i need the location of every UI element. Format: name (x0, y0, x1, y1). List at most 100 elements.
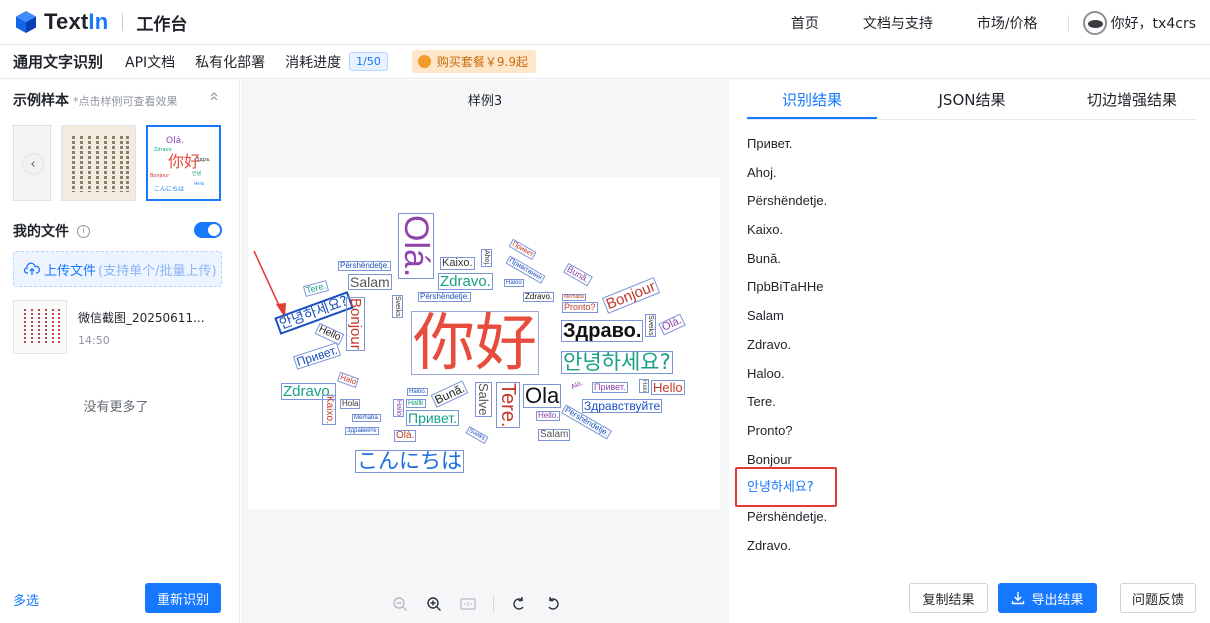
svg-text:Olá.: Olá. (166, 136, 184, 146)
product-title: 通用文字识别 (13, 53, 104, 71)
word-tere-vertical: Tere. (496, 382, 520, 429)
word-zdravstvuyte: Здравствуйте (582, 399, 663, 413)
user-greeting: 你好，tx4crs (1110, 15, 1196, 32)
word-hello-2: Hello (651, 380, 685, 395)
word-nihao: 你好 (411, 306, 540, 379)
file-thumbnail (13, 300, 67, 354)
tab-json-result[interactable]: JSON结果 (907, 80, 1037, 119)
logo-divider (122, 13, 124, 31)
result-line[interactable]: Salam (747, 307, 827, 336)
word-hola: Hola (340, 399, 361, 409)
user-menu[interactable]: 你好，tx4crs (1082, 10, 1196, 35)
sample-thumb-2[interactable] (61, 125, 136, 201)
private-deploy-link[interactable]: 私有化部署 (195, 52, 265, 72)
file-item[interactable]: 微信截图_20250611... 14:50 (13, 300, 228, 354)
samples-header: 示例样本 *点击样例可查看效果 (13, 90, 178, 110)
word-haloo-2: Haloo. (407, 388, 429, 396)
result-line[interactable]: Привет. (747, 135, 827, 164)
promo-button[interactable]: 购买套餐￥9.9起 (411, 50, 536, 73)
word-salve: Salve (475, 382, 492, 417)
result-line[interactable]: ПрbВiТaHHe (747, 278, 827, 307)
fit-screen-icon[interactable] (459, 595, 477, 613)
textin-logo[interactable]: TextIn (14, 9, 108, 35)
word-halo-2: Halló (393, 399, 404, 417)
word-kaixo-1: Kaixo. (440, 257, 475, 270)
usage-badge: 1/50 (349, 52, 388, 71)
word-halo-3: Halo (639, 379, 649, 394)
nav-divider (1067, 14, 1069, 31)
copy-result-button[interactable]: 复制结果 (909, 583, 988, 613)
upload-button[interactable]: 上传文件 (支持单个/批量上传) (13, 251, 222, 287)
result-line[interactable]: Pronto? (747, 422, 827, 451)
results-panel: 识别结果 JSON结果 切边增强结果 Привет. Ahoj. Përshën… (730, 80, 1210, 623)
result-line[interactable]: Zdravo. (747, 336, 827, 365)
rotate-right-icon[interactable] (544, 595, 562, 613)
nav-market[interactable]: 市场/价格 (977, 13, 1038, 33)
word-hello-3: Hello. (536, 411, 561, 421)
word-pronto: Pronto? (562, 302, 598, 313)
svg-text:こんにちは: こんにちは (154, 186, 184, 193)
word-hallk: Hallk (406, 399, 426, 408)
word-haloo: Haloo (504, 279, 524, 287)
preview-panel: 样例3 Olá. 你好 Здраво. 안녕하세요? こんにちは 안녕하세요? … (241, 80, 729, 623)
my-files-header: 我的文件 i (13, 221, 90, 241)
red-highlight-box (735, 467, 837, 507)
rotate-left-icon[interactable] (510, 595, 528, 613)
result-line[interactable]: Përshëndetje. (747, 192, 827, 221)
word-konnichiwa: こんにちは (355, 449, 464, 473)
tab-crop-enhance-result[interactable]: 切边增强结果 (1067, 80, 1197, 119)
files-toggle[interactable] (194, 222, 222, 238)
svg-text:Bonjour: Bonjour (150, 173, 170, 179)
info-icon[interactable]: i (77, 224, 90, 238)
sample-thumb-3[interactable]: Olá. 你好 Zdravo Здра. 안녕 こんにちは Bonjour He… (146, 125, 221, 201)
word-zdravo-2: Zdravo. (438, 273, 493, 290)
cloud-upload-icon (24, 262, 40, 275)
feedback-button[interactable]: 问题反馈 (1120, 583, 1196, 613)
word-zdravo-3: Zdravo. (523, 292, 555, 302)
zoom-toolbar (391, 595, 578, 613)
samples-title: 示例样本 (13, 93, 69, 109)
result-line[interactable]: Ahoj. (747, 164, 827, 193)
word-ola-big: Olá. (397, 213, 435, 280)
re-recognize-button[interactable]: 重新识别 (145, 583, 221, 613)
left-panel: 示例样本 *点击样例可查看效果 ‹ Olá. 你好 Zdravo Здра. 안… (0, 80, 240, 623)
top-bar: TextIn 工作台 首页 文档与支持 市场/价格 你好，tx4crs (0, 0, 1210, 45)
image-preview[interactable]: Olá. 你好 Здраво. 안녕하세요? こんにちは 안녕하세요? Bonj… (248, 177, 720, 509)
download-icon (1012, 592, 1025, 605)
word-salam: Salam (348, 274, 392, 290)
product-bar: 通用文字识别 API文档 私有化部署 消耗进度 1/50 购买套餐￥9.9起 (0, 45, 1210, 79)
api-docs-link[interactable]: API文档 (125, 52, 175, 72)
chevron-left-icon[interactable]: ‹ (22, 153, 44, 175)
nav-home[interactable]: 首页 (791, 13, 819, 33)
word-pershendetje-1: Përshëndetje. (338, 261, 392, 271)
word-ola-main: Ola (523, 383, 562, 408)
word-zdravee: Здравейте (345, 427, 379, 435)
result-line[interactable]: Bună. (747, 250, 827, 279)
top-nav: 首页 文档与支持 市场/价格 你好，tx4crs (791, 0, 1210, 45)
result-line[interactable]: Përshëndetje. (747, 508, 827, 537)
multi-select-link[interactable]: 多选 (13, 590, 39, 609)
export-label: 导出结果 (1031, 592, 1084, 608)
avatar (1082, 10, 1107, 35)
result-line[interactable]: Kaixo. (747, 221, 827, 250)
collapse-icon[interactable] (209, 90, 219, 104)
tab-recognition-result[interactable]: 识别结果 (747, 80, 877, 119)
word-ahoj: Ahoj. (481, 249, 492, 267)
result-tabs: 识别结果 JSON结果 切边增强结果 (747, 80, 1197, 120)
word-ola-small: Olá. (394, 430, 417, 442)
samples-hint: *点击样例可查看效果 (73, 95, 178, 108)
zoom-out-icon[interactable] (391, 595, 409, 613)
word-sveiks-2: Sveiks (645, 314, 656, 337)
result-line[interactable]: Zdravo. (747, 537, 827, 566)
zoom-in-icon[interactable] (425, 595, 443, 613)
nav-docs[interactable]: 文档与支持 (863, 13, 933, 33)
export-result-button[interactable]: 导出结果 (998, 583, 1097, 613)
word-kaixo-vertical: Kaixo. (322, 395, 336, 425)
word-privet-2: Привет. (406, 410, 460, 426)
result-line[interactable]: Haloo. (747, 365, 827, 394)
result-line[interactable]: Tere. (747, 393, 827, 422)
no-more-text: 没有更多了 (83, 400, 149, 415)
word-bonjour-vertical: Bonjour (346, 297, 365, 351)
workbench-title: 工作台 (136, 14, 188, 35)
svg-text:Zdravo: Zdravo (154, 147, 172, 153)
